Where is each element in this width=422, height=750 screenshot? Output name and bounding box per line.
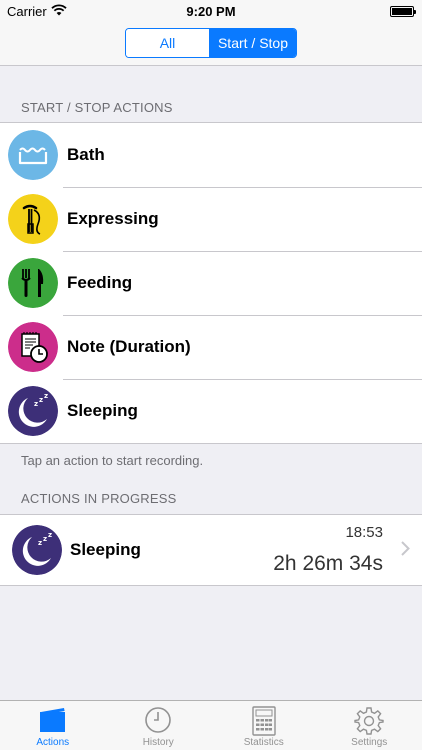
action-label: Note (Duration) (67, 337, 191, 356)
in-progress-start-time: 18:53 (345, 524, 383, 541)
battery-icon (390, 6, 416, 17)
svg-text:z: z (38, 539, 42, 547)
tab-label: Settings (351, 737, 388, 748)
moon-zzz-icon: z z z (8, 386, 58, 436)
action-label: Sleeping (67, 401, 138, 420)
tab-history[interactable]: History (106, 701, 212, 750)
tab-statistics[interactable]: Statistics (211, 701, 317, 750)
svg-text:z: z (34, 400, 38, 408)
action-label: Feeding (67, 273, 133, 292)
status-time: 9:20 PM (186, 4, 236, 19)
in-progress-row-sleeping[interactable]: z z z Sleeping 18:53 2h 26m 34s (0, 515, 422, 585)
moon-zzz-icon: z z z (12, 525, 62, 575)
nav-bar: All Start / Stop (0, 24, 422, 66)
svg-text:z: z (43, 535, 47, 543)
gear-icon (354, 706, 384, 741)
tab-label: History (142, 737, 174, 748)
calculator-icon (251, 706, 277, 741)
action-row-expressing[interactable]: Expressing (0, 187, 422, 251)
breast-pump-icon (8, 194, 58, 244)
chevron-right-icon (401, 541, 410, 561)
start-stop-list: Bath Expressing Feeding Note (Duration) … (0, 122, 422, 444)
tab-settings[interactable]: Settings (317, 701, 422, 750)
action-row-bath[interactable]: Bath (0, 123, 422, 187)
start-stop-section-footer: Tap an action to start recording. (21, 453, 204, 468)
in-progress-section-header: ACTIONS IN PROGRESS (21, 491, 177, 506)
tab-actions[interactable]: Actions (0, 701, 106, 750)
start-stop-section-header: START / STOP ACTIONS (21, 100, 173, 115)
segment-all[interactable]: All (126, 29, 210, 57)
action-label: Expressing (67, 209, 159, 228)
status-bar: Carrier 9:20 PM (0, 0, 422, 24)
actions-tab-icon (38, 706, 68, 739)
tab-label: Statistics (243, 737, 284, 748)
svg-text:z: z (44, 392, 48, 400)
clock-icon (144, 706, 172, 739)
tab-bar: Actions History Statistics Settings (0, 700, 422, 750)
action-row-feeding[interactable]: Feeding (0, 251, 422, 315)
svg-text:z: z (39, 396, 43, 404)
fork-knife-icon (8, 258, 58, 308)
segmented-control: All Start / Stop (125, 28, 297, 58)
in-progress-label: Sleeping (70, 540, 141, 559)
action-row-sleeping[interactable]: z z z Sleeping (0, 379, 422, 443)
note-clock-icon (8, 322, 58, 372)
in-progress-list: z z z Sleeping 18:53 2h 26m 34s (0, 514, 422, 586)
action-label: Bath (67, 145, 105, 164)
segment-start-stop[interactable]: Start / Stop (210, 29, 296, 57)
in-progress-duration: 2h 26m 34s (273, 552, 383, 575)
svg-text:z: z (48, 531, 52, 539)
bath-icon (8, 130, 58, 180)
action-row-note-duration[interactable]: Note (Duration) (0, 315, 422, 379)
tab-label: Actions (36, 737, 70, 748)
